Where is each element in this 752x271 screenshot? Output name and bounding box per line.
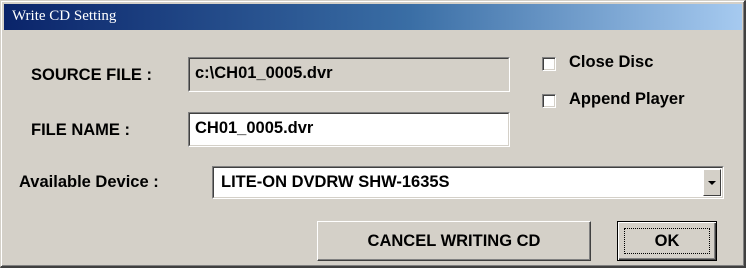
close-disc-checkbox[interactable] (542, 57, 556, 71)
close-disc-label[interactable]: Close Disc (569, 53, 653, 72)
cancel-writing-cd-button[interactable]: CANCEL WRITING CD (317, 221, 591, 261)
available-device-label: Available Device : (19, 173, 159, 191)
window-title: Write CD Setting (12, 8, 117, 24)
device-selected-value: LITE-ON DVDRW SHW-1635S (221, 173, 450, 191)
focus-rectangle (624, 228, 710, 254)
append-player-checkbox[interactable] (542, 94, 556, 108)
title-bar[interactable]: Write CD Setting (4, 4, 742, 30)
source-file-value: c:\CH01_0005.dvr (195, 64, 333, 82)
source-file-label: SOURCE FILE : (31, 66, 153, 84)
ok-button[interactable]: OK (617, 221, 717, 261)
file-name-label: FILE NAME : (31, 121, 130, 139)
device-select[interactable]: LITE-ON DVDRW SHW-1635S (212, 166, 724, 199)
append-player-label[interactable]: Append Player (569, 90, 685, 109)
file-name-input[interactable]: CH01_0005.dvr (188, 112, 510, 147)
cancel-writing-cd-label: CANCEL WRITING CD (367, 231, 541, 250)
source-file-field: c:\CH01_0005.dvr (188, 57, 510, 92)
write-cd-setting-dialog: Write CD Setting SOURCE FILE : c:\CH01_0… (0, 0, 746, 268)
chevron-down-icon (708, 181, 716, 185)
file-name-value: CH01_0005.dvr (195, 119, 314, 137)
device-dropdown-button[interactable] (703, 169, 721, 196)
